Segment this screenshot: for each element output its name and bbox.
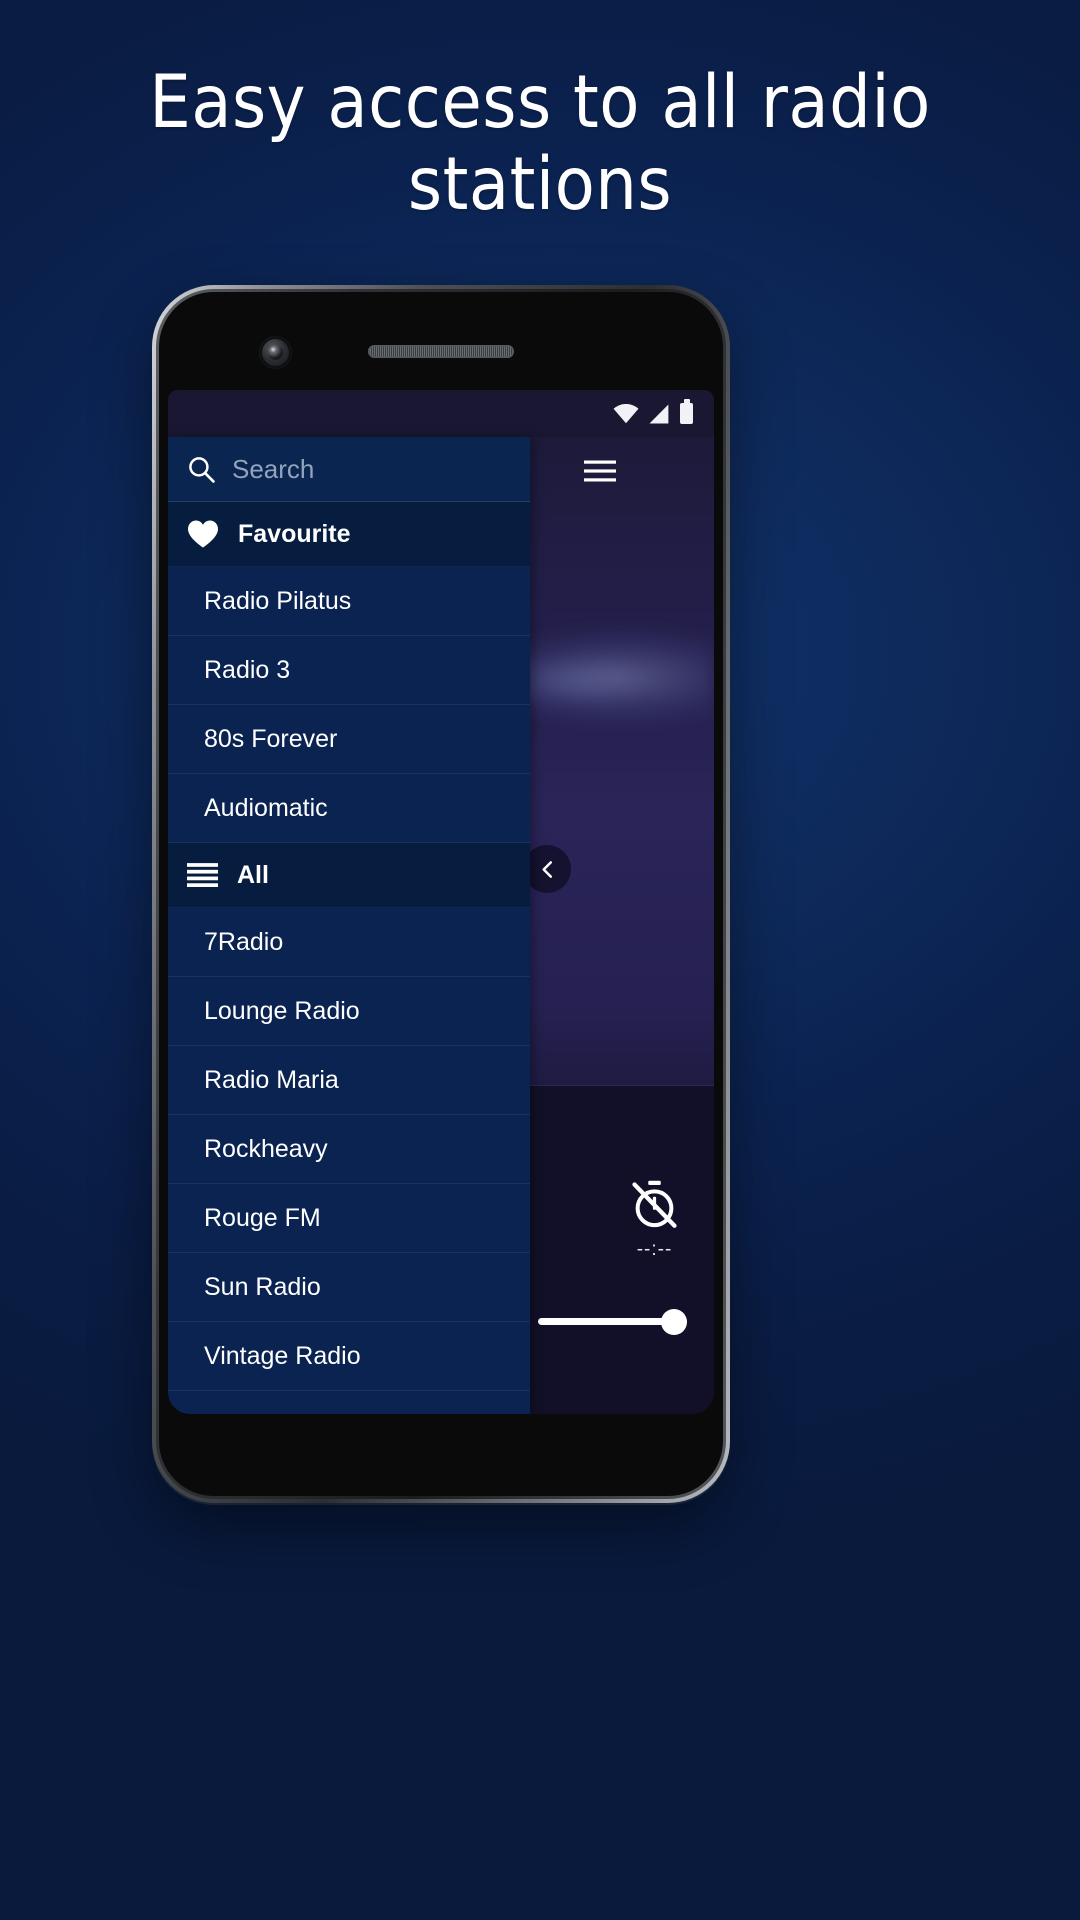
list-item[interactable]: 80s Forever	[168, 705, 530, 774]
chevron-left-icon	[541, 860, 552, 878]
list-item[interactable]: Vintage Radio	[168, 1322, 530, 1391]
wifi-icon	[613, 403, 639, 423]
list-item[interactable]: Lounge Radio	[168, 977, 530, 1046]
phone-mockup: --:-- Search Favourite Radio Pilatus Rad…	[152, 285, 730, 1503]
sleep-timer-label: --:--	[636, 1239, 673, 1260]
section-title-all: All	[237, 860, 269, 889]
list-item[interactable]: Rockheavy	[168, 1115, 530, 1184]
hamburger-menu-button[interactable]	[578, 451, 622, 491]
sleep-timer-control[interactable]: --:--	[627, 1177, 682, 1261]
list-lines-icon	[187, 863, 218, 887]
section-header-all[interactable]: All	[168, 843, 530, 908]
search-bar[interactable]	[168, 437, 530, 502]
list-item[interactable]: Radio 3	[168, 636, 530, 705]
phone-frame-inner: --:-- Search Favourite Radio Pilatus Rad…	[156, 289, 726, 1499]
list-item[interactable]: Radio Maria	[168, 1046, 530, 1115]
hamburger-menu-icon	[584, 460, 616, 482]
app-body: --:-- Search Favourite Radio Pilatus Rad…	[168, 437, 714, 1414]
section-title-favourite: Favourite	[238, 519, 351, 548]
section-header-favourite[interactable]: Favourite	[168, 502, 530, 567]
search-input[interactable]	[232, 453, 530, 485]
earpiece-speaker-icon	[368, 345, 514, 358]
front-camera-icon	[260, 337, 291, 368]
search-icon	[189, 456, 215, 483]
list-item[interactable]: Rouge FM	[168, 1184, 530, 1253]
heart-icon	[188, 520, 218, 548]
collapse-drawer-button[interactable]	[523, 845, 571, 893]
page-title: Easy access to all radio stations	[149, 60, 931, 227]
list-item[interactable]: 7Radio	[168, 908, 530, 977]
phone-screen: --:-- Search Favourite Radio Pilatus Rad…	[168, 390, 714, 1414]
phone-body: --:-- Search Favourite Radio Pilatus Rad…	[159, 292, 723, 1496]
list-item[interactable]: Sun Radio	[168, 1253, 530, 1322]
status-bar	[168, 390, 714, 437]
station-drawer: Favourite Radio Pilatus Radio 3 80s Fore…	[168, 437, 530, 1414]
volume-slider-thumb[interactable]	[661, 1309, 687, 1335]
battery-icon	[680, 403, 693, 424]
audio-waveform-visual	[508, 582, 714, 772]
cellular-signal-icon	[649, 404, 669, 423]
timer-off-icon	[632, 1180, 677, 1228]
list-item[interactable]: Radio Pilatus	[168, 567, 530, 636]
volume-slider[interactable]	[538, 1309, 687, 1335]
phone-top-bezel	[168, 303, 714, 390]
phone-bottom-bezel	[168, 1414, 714, 1496]
player-controls-area	[508, 1086, 714, 1414]
list-item[interactable]: Audiomatic	[168, 774, 530, 843]
